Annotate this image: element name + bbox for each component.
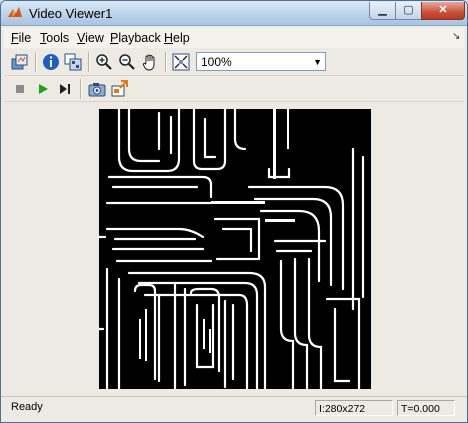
menu-view[interactable]: View <box>77 31 104 45</box>
video-frame[interactable] <box>97 107 371 391</box>
toolbar-separator <box>35 52 37 72</box>
matlab-icon <box>8 7 22 17</box>
playback-toolbar <box>4 76 464 102</box>
status-text: Ready <box>11 401 43 413</box>
image-viewport[interactable] <box>4 102 464 394</box>
info-button[interactable] <box>41 52 61 72</box>
play-button[interactable] <box>33 79 53 99</box>
time-readout: T=0.000 <box>397 400 455 416</box>
maximize-icon: ▢ <box>403 4 414 16</box>
highlight-icon <box>111 80 128 97</box>
window-title: Video Viewer1 <box>29 6 113 21</box>
title-bar[interactable]: Video Viewer1 ▁ ▢ ✕ <box>1 1 467 26</box>
edge-detected-image <box>97 107 365 391</box>
close-icon: ✕ <box>438 4 448 16</box>
zoom-out-icon <box>119 54 135 70</box>
pixel-region-icon <box>64 53 82 71</box>
dock-arrow-icon[interactable]: ↘ <box>452 31 460 42</box>
toolbar-separator <box>88 52 90 72</box>
fit-to-window-button[interactable] <box>171 52 191 72</box>
toolbar-separator <box>80 79 82 99</box>
highlight-button[interactable] <box>110 79 130 99</box>
chevron-down-icon: ▼ <box>313 57 322 67</box>
status-bar: Ready I:280x272 T=0.000 <box>1 396 467 422</box>
open-scope-button[interactable] <box>10 52 30 72</box>
step-forward-button[interactable] <box>55 79 75 99</box>
main-toolbar: 100% ▼ <box>4 49 464 76</box>
pan-hand-icon <box>142 54 155 71</box>
info-icon <box>43 54 59 70</box>
snapshot-icon <box>88 83 106 97</box>
zoom-in-icon <box>96 54 112 70</box>
stop-button[interactable] <box>10 79 30 99</box>
image-dimensions: I:280x272 <box>315 400 393 416</box>
minimize-icon: ▁ <box>378 4 387 16</box>
video-viewer-window: Video Viewer1 ▁ ▢ ✕ File Tools View Play… <box>0 0 468 423</box>
zoom-level-select[interactable]: 100% ▼ <box>196 52 326 71</box>
open-scope-icon <box>11 54 28 70</box>
stop-icon <box>16 85 24 93</box>
play-icon <box>39 84 48 94</box>
menu-playback[interactable]: Playback <box>110 31 161 45</box>
menu-file[interactable]: File <box>11 31 31 45</box>
step-forward-icon <box>60 84 70 94</box>
toolbar-separator <box>165 52 167 72</box>
menu-help[interactable]: Help <box>164 31 190 45</box>
maximize-button[interactable]: ▢ <box>395 2 422 20</box>
pan-button[interactable] <box>140 52 160 72</box>
menu-tools[interactable]: Tools <box>40 31 69 45</box>
fit-to-window-icon <box>172 53 190 71</box>
zoom-in-button[interactable] <box>94 52 114 72</box>
close-button[interactable]: ✕ <box>421 2 465 20</box>
zoom-out-button[interactable] <box>117 52 137 72</box>
menu-bar: File Tools View Playback Help ↘ <box>4 28 464 48</box>
zoom-level-value: 100% <box>201 55 232 69</box>
pixel-region-button[interactable] <box>63 52 83 72</box>
minimize-button[interactable]: ▁ <box>369 2 396 20</box>
snapshot-button[interactable] <box>87 79 107 99</box>
